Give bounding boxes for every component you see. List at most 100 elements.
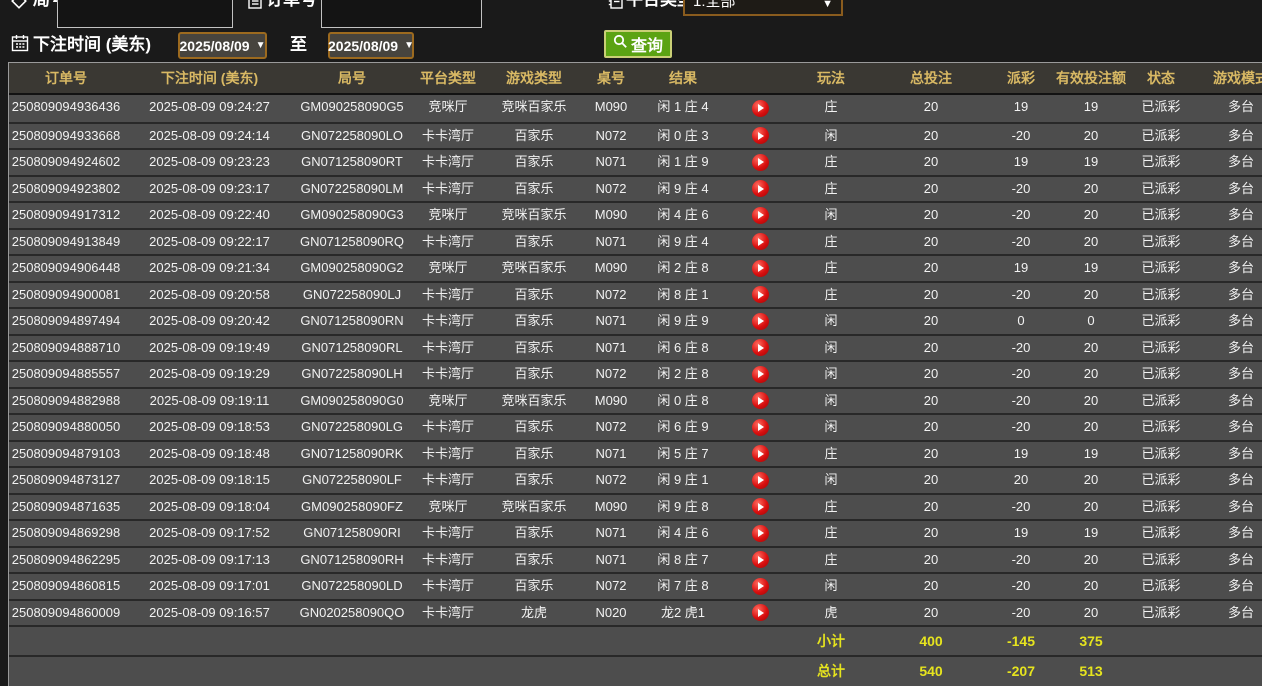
round-id-cell	[296, 627, 408, 655]
replay-icon[interactable]	[752, 207, 769, 224]
replay-icon[interactable]	[752, 392, 769, 409]
replay-icon[interactable]	[752, 445, 769, 462]
platform-cell	[408, 657, 488, 686]
table-row: 2508090949238022025-08-09 09:23:17GN0722…	[9, 175, 1262, 202]
payout-cell: -20	[996, 177, 1046, 202]
replay-cell	[724, 574, 796, 599]
replay-icon[interactable]	[752, 578, 769, 595]
payout-cell: -207	[996, 657, 1046, 686]
round-id-cell: GN071258090RH	[296, 548, 408, 573]
to-label: 至	[290, 35, 307, 55]
total-bet-cell: 20	[866, 124, 996, 149]
platform-cell: 卡卡湾厅	[408, 336, 488, 361]
replay-icon[interactable]	[752, 525, 769, 542]
play-triangle-icon	[758, 556, 764, 564]
game-type-cell: 竞咪百家乐	[488, 495, 580, 520]
replay-icon[interactable]	[752, 233, 769, 250]
table-no-cell: N071	[580, 150, 642, 175]
game-type-cell: 百家乐	[488, 574, 580, 599]
game-type-cell: 龙虎	[488, 601, 580, 626]
round-input[interactable]	[57, 0, 233, 28]
calendar-icon	[10, 33, 30, 53]
result-cell: 闲 1 庄 9	[642, 150, 724, 175]
round-id-cell: GN071258090RQ	[296, 230, 408, 255]
status-cell: 已派彩	[1136, 230, 1186, 255]
play-cell: 闲	[796, 415, 866, 440]
play-triangle-icon	[758, 291, 764, 299]
replay-icon[interactable]	[752, 366, 769, 383]
platform-cell: 卡卡湾厅	[408, 283, 488, 308]
table-no-cell	[580, 627, 642, 655]
table-no-cell: N071	[580, 309, 642, 334]
date-to-button[interactable]: 2025/08/09 ▼	[328, 32, 414, 59]
play-triangle-icon	[758, 423, 764, 431]
replay-icon[interactable]	[752, 313, 769, 330]
platform-cell: 竞咪厅	[408, 95, 488, 122]
replay-icon[interactable]	[752, 286, 769, 303]
replay-icon[interactable]	[752, 260, 769, 277]
game-type-cell: 百家乐	[488, 521, 580, 546]
valid-bet-cell: 20	[1046, 574, 1136, 599]
query-button-label: 查询	[631, 32, 663, 56]
column-header-table-no: 桌号	[580, 63, 642, 93]
replay-cell	[724, 256, 796, 281]
replay-cell	[724, 230, 796, 255]
replay-icon[interactable]	[752, 419, 769, 436]
replay-icon[interactable]	[752, 180, 769, 197]
game-mode-cell: 多台	[1186, 203, 1262, 228]
order-id-cell: 250809094936436	[9, 95, 123, 122]
play-cell: 庄	[796, 521, 866, 546]
game-mode-cell: 多台	[1186, 230, 1262, 255]
bet-time-cell: 2025-08-09 09:22:40	[123, 203, 296, 228]
replay-icon[interactable]	[752, 127, 769, 144]
play-cell: 虎	[796, 601, 866, 626]
table-row: 2508090948600092025-08-09 09:16:57GN0202…	[9, 599, 1262, 626]
order-id-cell: 250809094879103	[9, 442, 123, 467]
play-triangle-icon	[758, 238, 764, 246]
round-id-cell: GN072258090LG	[296, 415, 408, 440]
replay-icon[interactable]	[752, 498, 769, 515]
game-mode-cell: 多台	[1186, 548, 1262, 573]
result-cell: 闲 0 庄 3	[642, 124, 724, 149]
result-cell: 闲 5 庄 7	[642, 442, 724, 467]
platform-cell: 卡卡湾厅	[408, 442, 488, 467]
bet-time-cell: 2025-08-09 09:17:01	[123, 574, 296, 599]
query-button[interactable]: 查询	[604, 30, 672, 58]
replay-icon[interactable]	[752, 154, 769, 171]
round-id-cell: GN071258090RT	[296, 150, 408, 175]
total-bet-cell: 20	[866, 150, 996, 175]
date-from-button[interactable]: 2025/08/09 ▼	[178, 32, 267, 59]
order-input[interactable]	[321, 0, 482, 28]
replay-icon[interactable]	[752, 551, 769, 568]
table-no-cell: N072	[580, 362, 642, 387]
game-type-cell	[488, 627, 580, 655]
total-bet-cell: 20	[866, 574, 996, 599]
play-cell: 小计	[796, 627, 866, 655]
round-id-cell: GN072258090LO	[296, 124, 408, 149]
status-cell: 已派彩	[1136, 150, 1186, 175]
column-header-order-id: 订单号	[9, 63, 123, 93]
result-cell: 闲 7 庄 8	[642, 574, 724, 599]
replay-icon[interactable]	[752, 100, 769, 117]
result-cell	[642, 657, 724, 686]
replay-cell	[724, 124, 796, 149]
game-mode-cell: 多台	[1186, 95, 1262, 122]
game-mode-cell: 多台	[1186, 442, 1262, 467]
round-id-cell: GN072258090LH	[296, 362, 408, 387]
platform-cell: 卡卡湾厅	[408, 601, 488, 626]
game-mode-cell: 多台	[1186, 362, 1262, 387]
platform-select[interactable]: 1:全部 ▼	[683, 0, 843, 16]
game-type-cell: 百家乐	[488, 415, 580, 440]
replay-icon[interactable]	[752, 339, 769, 356]
replay-cell	[724, 283, 796, 308]
date-from-value: 2025/08/09	[180, 38, 250, 54]
total-bet-cell: 20	[866, 415, 996, 440]
column-header-platform: 平台类型	[408, 63, 488, 93]
column-header-round-id: 局号	[296, 63, 408, 93]
replay-icon[interactable]	[752, 604, 769, 621]
table-header-row: 订单号下注时间 (美东)局号平台类型游戏类型桌号结果玩法总投注派彩有效投注额状态…	[9, 63, 1262, 95]
total-bet-cell: 20	[866, 283, 996, 308]
table-no-cell: M090	[580, 495, 642, 520]
platform-cell: 竞咪厅	[408, 495, 488, 520]
replay-icon[interactable]	[752, 472, 769, 489]
